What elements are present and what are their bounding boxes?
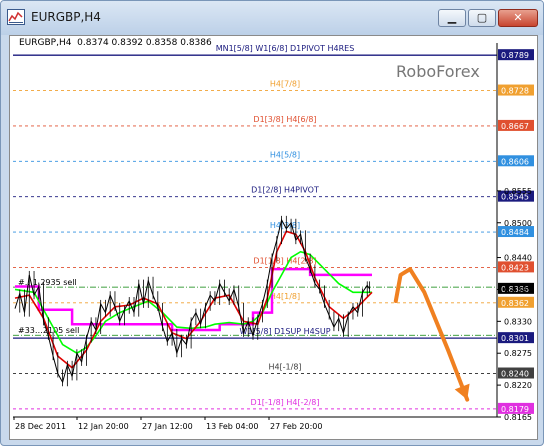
level-price-label: 0.8789 — [501, 51, 529, 60]
x-tick-label: 12 Jan 20:00 — [78, 422, 129, 431]
terminal-window: EURGBP,H4 ▁ ▢ ✕ MN1[5/8] W1[6/8] D1PIVOT… — [0, 0, 544, 446]
level-label: D1[3/8] H4[6/8] — [253, 115, 316, 124]
price-line — [14, 218, 371, 384]
y-tick-label: 0.8500 — [504, 219, 532, 228]
y-tick-label: 0.8385 — [504, 285, 532, 294]
level-price-label: 0.8423 — [501, 263, 529, 272]
level-label: H4[1/8] — [270, 292, 300, 301]
symbol-ohlc-info: EURGBP,H4 0.8374 0.8392 0.8358 0.8386 — [19, 38, 212, 48]
level-price-label: 0.8728 — [501, 87, 529, 96]
x-tick-label: 13 Feb 04:00 — [206, 422, 258, 431]
forecast-arrow-line — [393, 267, 470, 402]
level-label: H4[7/8] — [270, 80, 300, 89]
brand-watermark: RoboForex — [396, 62, 480, 81]
y-tick-label: 0.8220 — [504, 381, 532, 390]
level-label: H4[-1/8] — [268, 363, 301, 372]
y-tick-label: 0.8275 — [504, 349, 532, 358]
level-label: MN1[5/8] W1[6/8] D1PIVOT H4RES — [216, 44, 355, 53]
level-price-label: 0.8301 — [501, 334, 529, 343]
level-price-label: 0.8240 — [501, 370, 529, 379]
x-tick-label: 27 Jan 12:00 — [142, 422, 193, 431]
x-tick-label: 27 Feb 20:00 — [270, 422, 322, 431]
level-price-label: 0.8484 — [501, 228, 529, 237]
y-tick-label: 0.8555 — [504, 187, 532, 196]
level-price-label: 0.8667 — [501, 122, 529, 131]
level-price-label: 0.8606 — [501, 157, 529, 166]
level-price-label: 0.8362 — [501, 299, 529, 308]
y-tick-label: 0.8165 — [504, 413, 532, 422]
y-tick-label: 0.8440 — [504, 254, 532, 263]
x-tick-label: 28 Dec 2011 — [15, 422, 66, 431]
y-tick-label: 0.8330 — [504, 317, 532, 326]
level-label: H4[5/8] — [270, 150, 300, 159]
level-label: D1[2/8] H4PIVOT — [251, 186, 319, 195]
level-label: D1[-1/8] H4[-2/8] — [251, 398, 320, 407]
